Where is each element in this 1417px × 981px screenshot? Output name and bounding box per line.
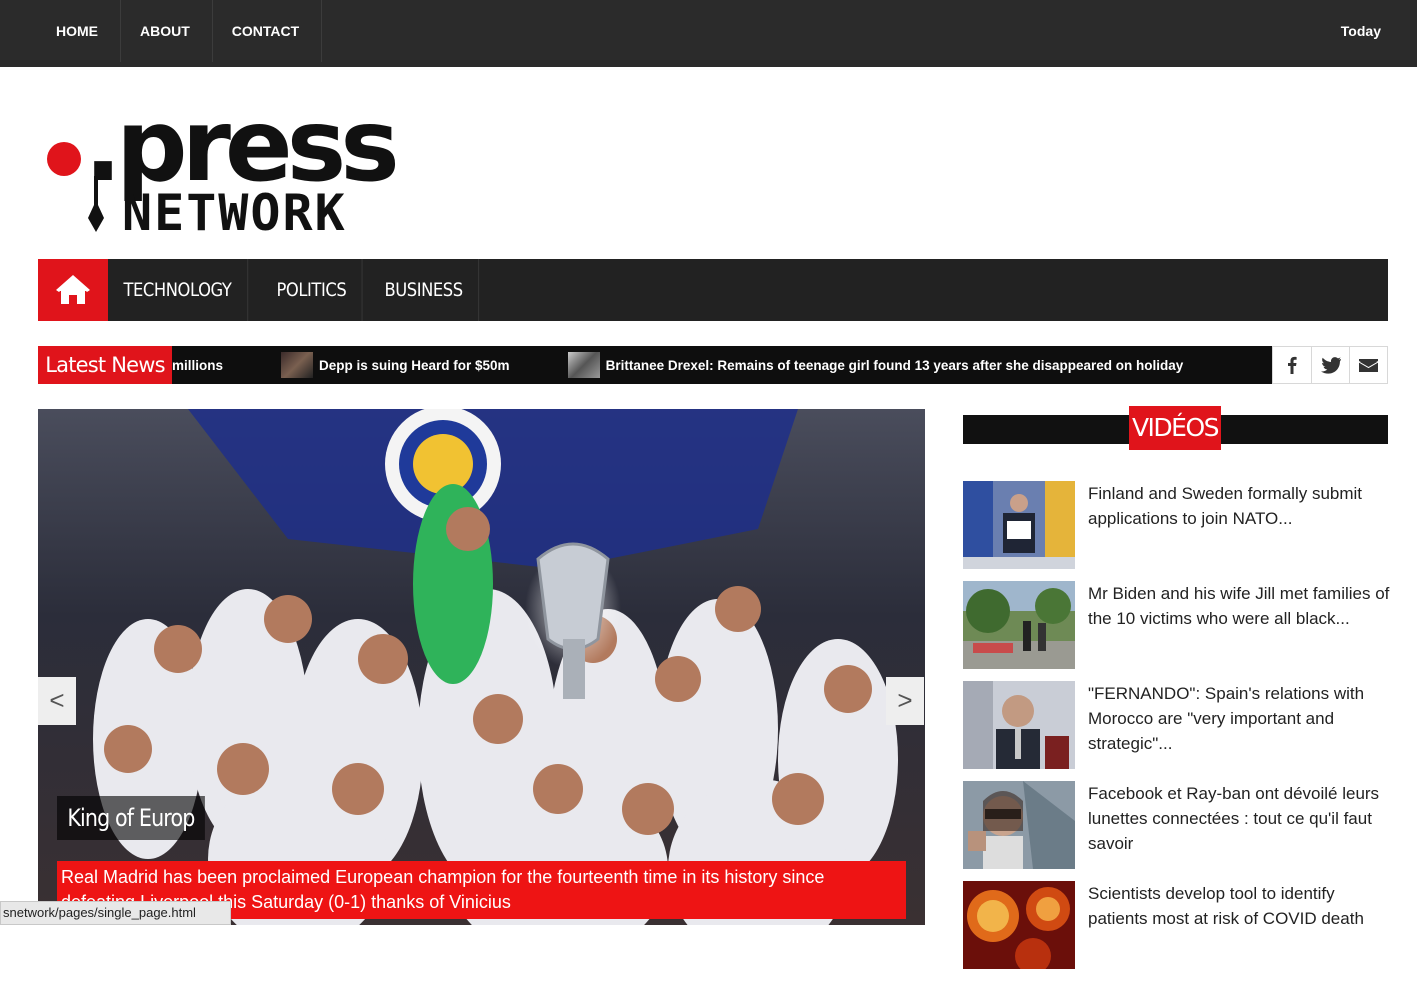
top-bar: HOME ABOUT CONTACT Today <box>0 0 1417 67</box>
video-thumbnail <box>963 781 1075 869</box>
video-thumbnail <box>963 681 1075 769</box>
nav-politics[interactable]: POLITICS <box>261 259 363 321</box>
home-icon <box>56 275 90 304</box>
latest-news-ticker: Latest News millions Depp is suing Heard… <box>38 346 1388 384</box>
ticker-item-text: millions <box>172 357 224 373</box>
ticker-item[interactable]: Depp is suing Heard for $50m <box>281 352 510 378</box>
ticker-item[interactable]: Brittanee Drexel: Remains of teenage gir… <box>567 352 1184 378</box>
home-button[interactable] <box>38 259 108 321</box>
facebook-icon <box>1288 356 1297 374</box>
video-title: Mr Biden and his wife Jill met families … <box>1088 584 1390 628</box>
email-button[interactable] <box>1349 347 1387 383</box>
video-item[interactable]: Facebook et Ray-ban ont dévoilé leurs lu… <box>963 781 1388 881</box>
ticker-item-text: Depp is suing Heard for $50m <box>319 357 510 373</box>
nav-technology[interactable]: TECHNOLOGY <box>108 259 248 321</box>
site-logo[interactable]: .press NETWORK <box>44 80 444 242</box>
status-bar-url: snetwork/pages/single_page.html <box>0 901 231 925</box>
ticker-thumbnail <box>567 352 600 378</box>
ticker-item-text: Brittanee Drexel: Remains of teenage gir… <box>605 357 1184 373</box>
top-nav-about[interactable]: ABOUT <box>121 0 213 62</box>
video-title: Facebook et Ray-ban ont dévoilé leurs lu… <box>1088 784 1380 853</box>
featured-slider[interactable] <box>38 409 925 925</box>
video-item[interactable]: Finland and Sweden formally submit appli… <box>963 481 1388 581</box>
video-title: Scientists develop tool to identify pati… <box>1088 884 1364 928</box>
video-thumbnail <box>963 581 1075 669</box>
top-nav: HOME ABOUT CONTACT <box>37 0 323 62</box>
video-thumbnail <box>963 881 1075 969</box>
main-nav: TECHNOLOGY POLITICS BUSINESS <box>38 259 1388 321</box>
video-item[interactable]: "FERNANDO": Spain's relations with Moroc… <box>963 681 1388 781</box>
slider-prev-button[interactable]: < <box>38 677 76 725</box>
videos-title: VIDÉOS <box>1129 406 1221 450</box>
videos-header: VIDÉOS <box>963 406 1388 450</box>
twitter-button[interactable] <box>1311 347 1349 383</box>
video-item[interactable]: Scientists develop tool to identify pati… <box>963 881 1388 981</box>
ticker-track: millions Depp is suing Heard for $50m Br… <box>172 346 1241 384</box>
facebook-button[interactable] <box>1273 347 1311 383</box>
video-thumbnail <box>963 481 1075 569</box>
slide-title[interactable]: King of Europ <box>57 796 205 840</box>
top-nav-home[interactable]: HOME <box>37 0 121 62</box>
featured-photo <box>38 409 925 925</box>
date-label: Today <box>1340 23 1381 39</box>
email-icon <box>1359 358 1378 372</box>
video-item[interactable]: Mr Biden and his wife Jill met families … <box>963 581 1389 681</box>
nav-business[interactable]: BUSINESS <box>369 259 479 321</box>
ticker-label: Latest News <box>38 346 172 384</box>
twitter-icon <box>1320 356 1341 374</box>
ticker-item[interactable]: millions <box>172 358 223 373</box>
slider-next-button[interactable]: > <box>886 677 924 725</box>
video-title: Finland and Sweden formally submit appli… <box>1088 484 1363 528</box>
logo-word-network: NETWORK <box>122 184 347 240</box>
video-title: "FERNANDO": Spain's relations with Moroc… <box>1088 684 1365 753</box>
social-links <box>1272 346 1388 384</box>
ticker-thumbnail <box>281 352 314 378</box>
videos-list: Finland and Sweden formally submit appli… <box>963 481 1389 981</box>
top-nav-contact[interactable]: CONTACT <box>213 0 323 62</box>
